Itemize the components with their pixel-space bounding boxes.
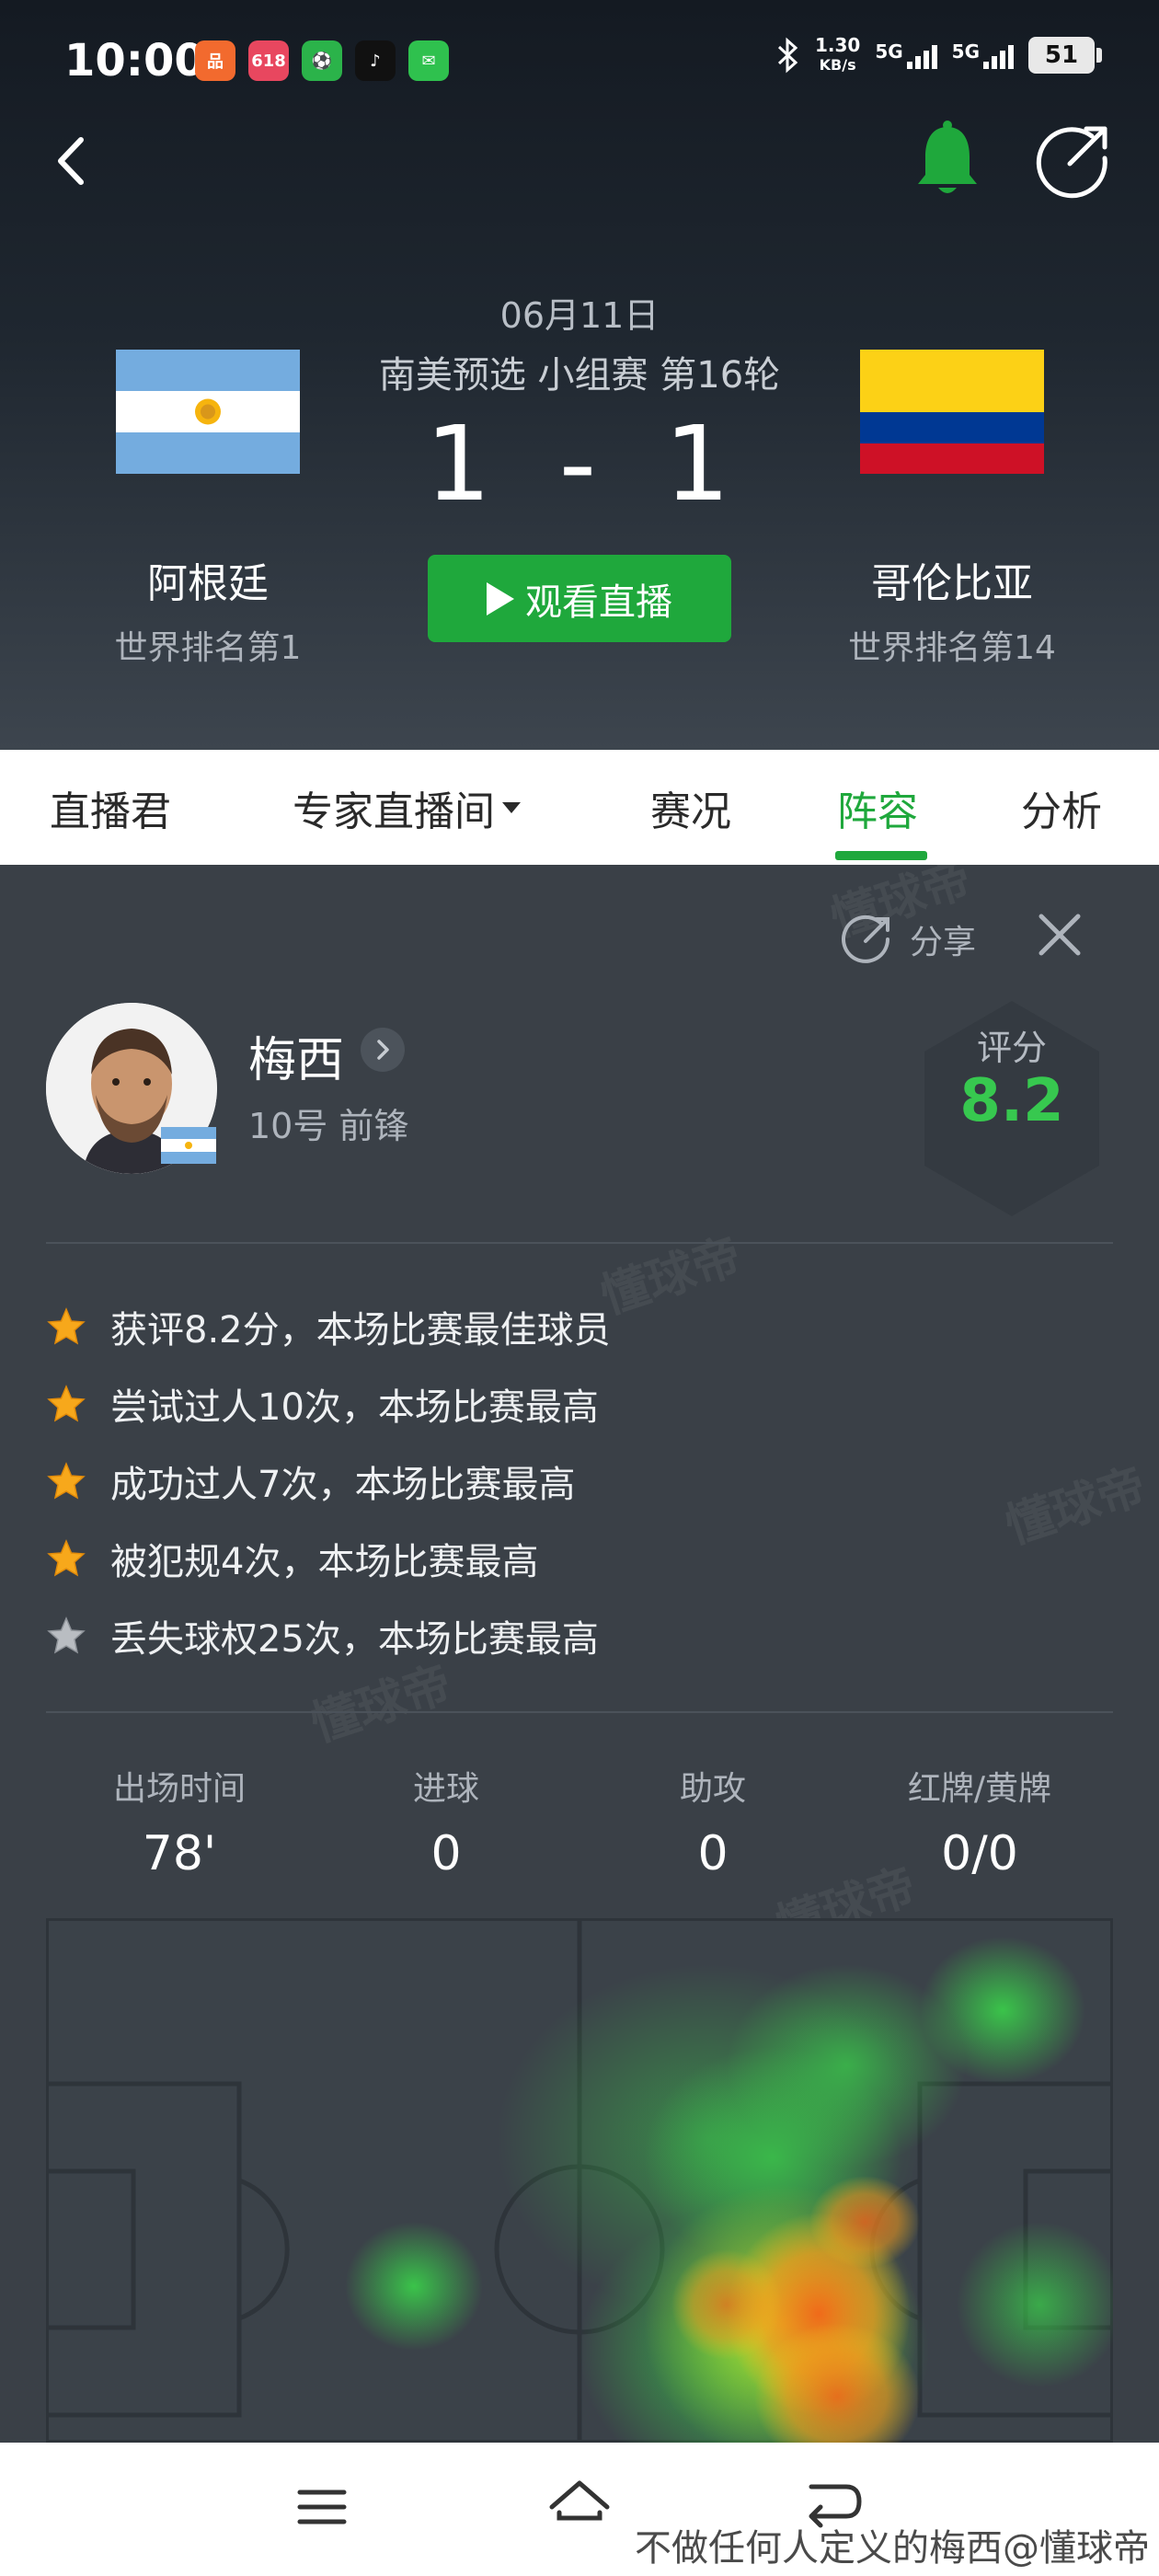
stat-cards: 红牌/黄牌 0/0 xyxy=(846,1762,1113,1881)
stat-value: 78' xyxy=(142,1826,217,1881)
back-arrow-icon[interactable] xyxy=(48,129,94,193)
home-team-rank: 世界排名第1 xyxy=(114,629,302,667)
away-team-name[interactable]: 哥伦比亚 xyxy=(796,550,1108,609)
close-icon[interactable] xyxy=(1034,909,1085,960)
watch-live-button[interactable]: 观看直播 xyxy=(428,555,731,642)
status-app-icons: 品 618 ⚽ ♪ ✉ xyxy=(195,40,449,81)
tab-label: 赛况 xyxy=(650,788,731,835)
tab-label: 分析 xyxy=(1021,788,1102,835)
stat-label: 助攻 xyxy=(679,1770,746,1808)
tiktok-icon: ♪ xyxy=(355,40,396,81)
stat-value: 0 xyxy=(697,1826,729,1881)
match-date: 06月11日 xyxy=(499,295,660,336)
away-score: 1 xyxy=(664,405,734,524)
achievement-item: 成功过人7次，本场比赛最高 xyxy=(46,1443,1113,1520)
gold-star-icon xyxy=(47,1539,86,1577)
home-team-name[interactable]: 阿根廷 xyxy=(52,550,364,609)
caret-down-icon xyxy=(502,801,521,813)
net-speed: 1.30 KB/s xyxy=(815,35,860,75)
achievement-text: 成功过人7次，本场比赛最高 xyxy=(110,1464,576,1506)
argentina-flag-icon xyxy=(161,1127,216,1164)
away-team-rank: 世界排名第14 xyxy=(848,629,1056,667)
shopping-app-icon: 品 xyxy=(195,40,235,81)
gold-star-icon xyxy=(47,1462,86,1500)
stat-assists: 助攻 0 xyxy=(580,1762,846,1881)
colombia-flag-icon[interactable] xyxy=(860,350,1044,474)
match-header: 10:00 品 618 ⚽ ♪ ✉ 1.30 KB/s 5G 5G 51 06月… xyxy=(0,0,1159,750)
net-speed-unit: KB/s xyxy=(819,56,856,74)
player-stats: 出场时间 78' 进球 0 助攻 0 红牌/黄牌 0/0 xyxy=(0,1762,1159,1891)
achievement-item: 获评8.2分，本场比赛最佳球员 xyxy=(46,1288,1113,1365)
silver-star-icon xyxy=(47,1616,86,1654)
home-icon[interactable] xyxy=(546,2476,613,2538)
active-tab-indicator xyxy=(835,851,927,860)
bell-icon[interactable] xyxy=(911,120,984,202)
achievement-text: 被犯规4次，本场比赛最高 xyxy=(110,1541,539,1583)
status-indicators: 1.30 KB/s 5G 5G 51 xyxy=(776,35,1102,75)
watch-live-label: 观看直播 xyxy=(525,581,672,624)
home-score: 1 xyxy=(425,405,495,524)
stat-goals: 进球 0 xyxy=(313,1762,580,1881)
achievement-item: 丢失球权25次，本场比赛最高 xyxy=(46,1597,1113,1674)
tab-match-events[interactable]: 赛况 xyxy=(650,750,731,865)
share-icon xyxy=(842,914,889,963)
score-separator: - xyxy=(558,405,601,524)
sim1-label: 5G xyxy=(875,40,903,63)
system-navigation-bar: 不做任何人定义的梅西@懂球帝 xyxy=(0,2443,1159,2576)
play-icon xyxy=(487,581,514,615)
share-icon[interactable] xyxy=(1035,121,1112,199)
chevron-right-icon[interactable] xyxy=(361,1028,405,1072)
gold-star-icon xyxy=(47,1307,86,1345)
sim2-signal: 5G xyxy=(952,41,1014,69)
status-bar: 10:00 品 618 ⚽ ♪ ✉ 1.30 KB/s 5G 5G 51 xyxy=(0,0,1159,129)
tab-bar: 直播君 专家直播间 赛况 阵容 分析 xyxy=(0,750,1159,865)
battery-icon: 51 xyxy=(1028,37,1102,74)
tab-expert-room[interactable]: 专家直播间 xyxy=(293,750,521,865)
divider xyxy=(46,1711,1113,1713)
tab-label: 直播君 xyxy=(50,788,171,835)
tab-analysis[interactable]: 分析 xyxy=(1021,750,1102,865)
menu-icon[interactable] xyxy=(294,2479,350,2535)
divider xyxy=(46,1242,1113,1244)
618-app-icon: 618 xyxy=(248,40,289,81)
bluetooth-icon xyxy=(777,37,798,74)
battery-level: 51 xyxy=(1044,41,1079,69)
achievement-list: 获评8.2分，本场比赛最佳球员 尝试过人10次，本场比赛最高 成功过人7次，本场… xyxy=(46,1288,1113,1674)
share-button[interactable]: 分享 xyxy=(842,914,976,965)
achievement-item: 被犯规4次，本场比赛最高 xyxy=(46,1520,1113,1597)
achievement-text: 获评8.2分，本场比赛最佳球员 xyxy=(110,1309,611,1351)
caption-text: 不做任何人定义的梅西@懂球帝 xyxy=(635,2527,1150,2570)
achievement-text: 尝试过人10次，本场比赛最高 xyxy=(110,1386,599,1429)
player-number-position: 10号 前锋 xyxy=(248,1106,409,1146)
player-detail-panel: 懂球帝 懂球帝 懂球帝 懂球帝 懂球帝 懂球帝 懂球帝 分享 梅西 xyxy=(0,865,1159,2443)
stat-label: 红牌/黄牌 xyxy=(907,1770,1052,1808)
tab-label: 阵容 xyxy=(837,788,918,835)
sim1-signal: 5G xyxy=(875,40,937,69)
achievement-item: 尝试过人10次，本场比赛最高 xyxy=(46,1365,1113,1443)
tab-live-host[interactable]: 直播君 xyxy=(50,750,171,865)
stat-label: 进球 xyxy=(412,1770,479,1808)
player-name[interactable]: 梅西 xyxy=(248,1021,344,1090)
sim2-label: 5G xyxy=(951,40,980,63)
green-app-icon: ⚽ xyxy=(302,40,342,81)
rating-label: 评分 xyxy=(976,1028,1047,1068)
achievement-text: 丢失球权25次，本场比赛最高 xyxy=(110,1618,599,1661)
net-speed-value: 1.30 xyxy=(814,34,861,56)
wechat-icon: ✉ xyxy=(408,40,449,81)
signal-icon xyxy=(906,41,937,69)
stat-value: 0/0 xyxy=(941,1826,1018,1881)
tab-lineup[interactable]: 阵容 xyxy=(837,750,918,865)
stat-label: 出场时间 xyxy=(112,1770,246,1808)
rating-value: 8.2 xyxy=(959,1067,1064,1135)
argentina-flag-icon[interactable] xyxy=(116,350,300,474)
share-label: 分享 xyxy=(910,924,977,961)
stat-minutes: 出场时间 78' xyxy=(46,1762,313,1881)
tab-label: 专家直播间 xyxy=(293,788,495,835)
status-time: 10:00 xyxy=(64,35,205,86)
signal-icon xyxy=(983,41,1014,69)
heatmap-pitch xyxy=(46,1918,1113,2443)
stat-value: 0 xyxy=(430,1826,462,1881)
gold-star-icon xyxy=(47,1385,86,1422)
